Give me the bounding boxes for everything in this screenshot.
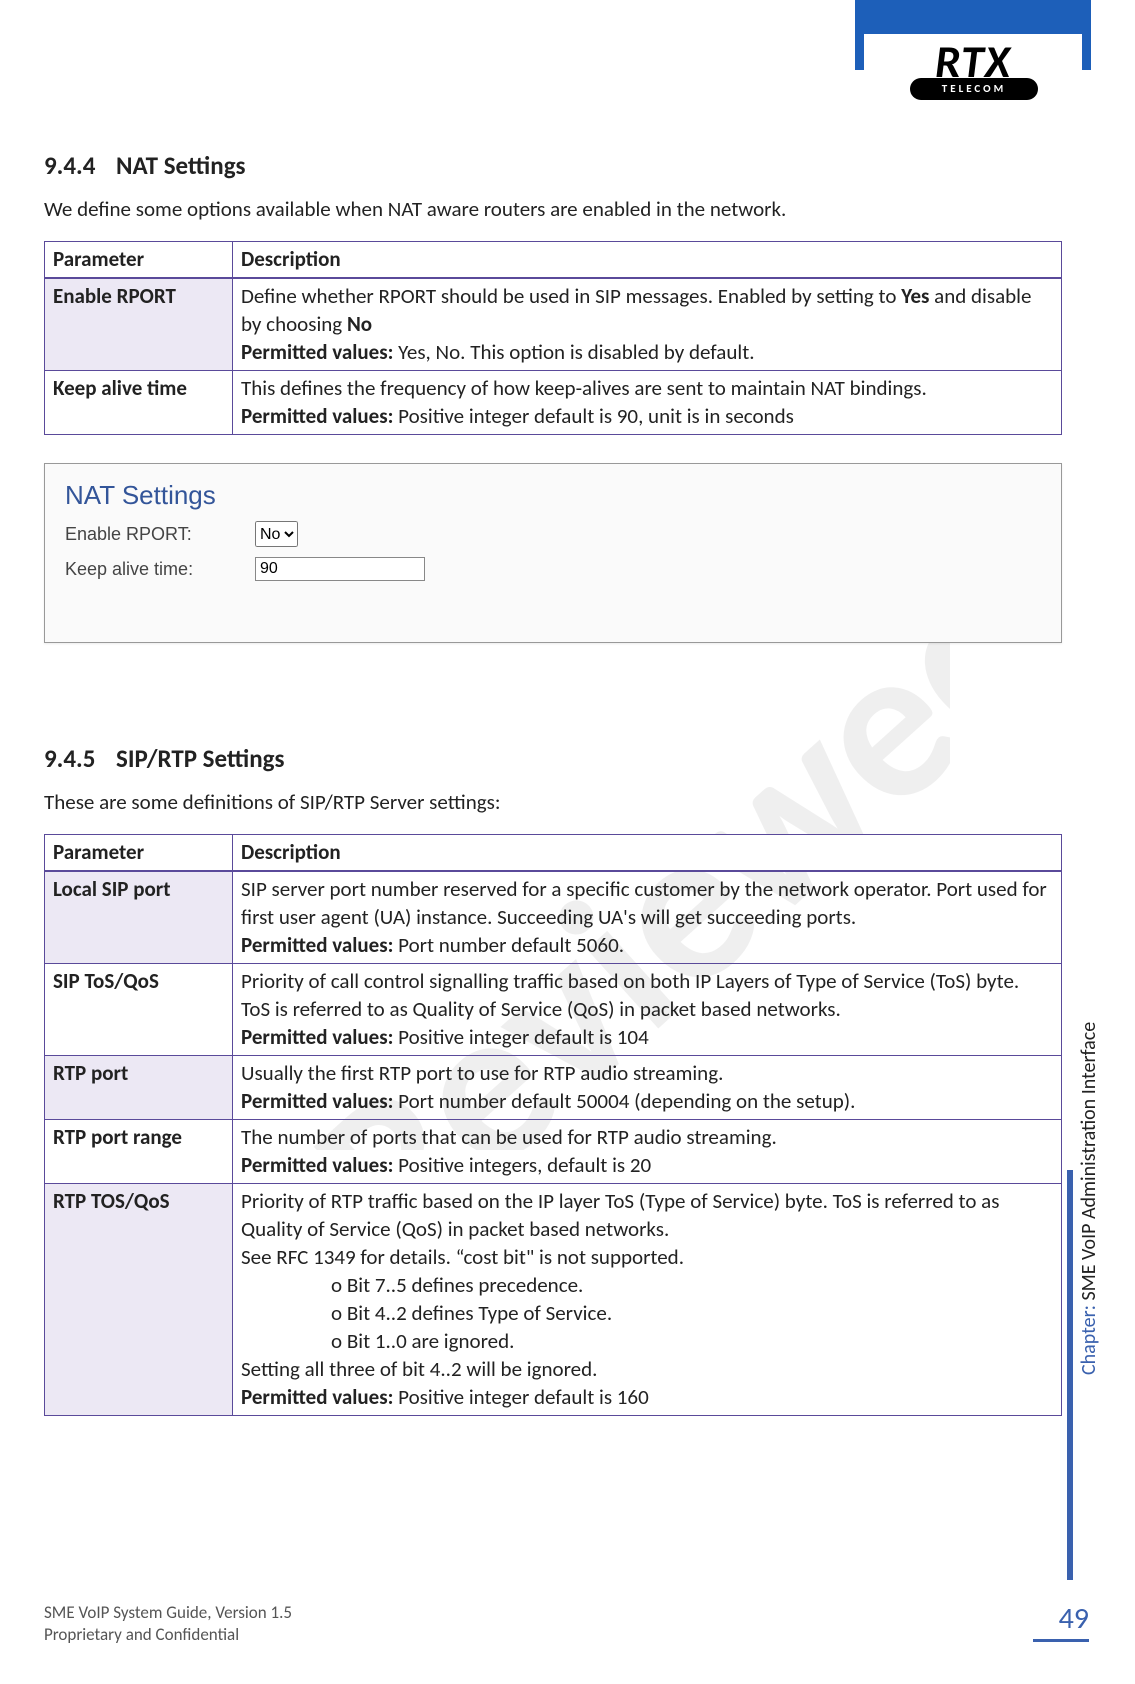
table-header-parameter: Parameter <box>45 835 233 872</box>
param-name: Local SIP port <box>45 871 233 964</box>
table-row: Keep alive time This defines the frequen… <box>45 371 1062 435</box>
param-desc: SIP server port number reserved for a sp… <box>233 871 1062 964</box>
section-heading-nat-number: 9.4.4 <box>44 150 116 181</box>
chapter-label: Chapter: <box>1077 1305 1101 1375</box>
nat-fig-rport-label: Enable RPORT: <box>65 524 255 545</box>
table-row: Enable RPORT Define whether RPORT should… <box>45 278 1062 371</box>
footer-doc-title: SME VoIP System Guide, Version 1.5 <box>44 1602 292 1623</box>
param-name: RTP TOS/QoS <box>45 1184 233 1416</box>
table-row: SIP ToS/QoS Priority of call control sig… <box>45 964 1062 1056</box>
nat-fig-keepalive-label: Keep alive time: <box>65 559 255 580</box>
param-desc: The number of ports that can be used for… <box>233 1120 1062 1184</box>
siprtp-parameters-table: Parameter Description Local SIP port SIP… <box>44 834 1062 1416</box>
section-nat-intro: We define some options available when NA… <box>44 195 1064 223</box>
footer-page: 49 <box>1033 1600 1089 1642</box>
param-desc: Define whether RPORT should be used in S… <box>233 278 1062 371</box>
table-header-description: Description <box>233 835 1062 872</box>
table-row: Local SIP port SIP server port number re… <box>45 871 1062 964</box>
keep-alive-time-input[interactable] <box>255 557 425 581</box>
param-name: Enable RPORT <box>45 278 233 371</box>
section-heading-siprtp-number: 9.4.5 <box>44 743 116 774</box>
param-name: RTP port <box>45 1056 233 1120</box>
section-heading-siprtp-title: SIP/RTP Settings <box>116 743 285 774</box>
param-desc: Priority of call control signalling traf… <box>233 964 1062 1056</box>
param-name: Keep alive time <box>45 371 233 435</box>
param-name: RTP port range <box>45 1120 233 1184</box>
chapter-side-rule <box>1067 1170 1073 1580</box>
footer-left: SME VoIP System Guide, Version 1.5 Propr… <box>44 1602 292 1646</box>
table-header-description: Description <box>233 242 1062 279</box>
section-heading-nat: 9.4.4NAT Settings <box>44 150 1064 181</box>
section-siprtp-intro: These are some definitions of SIP/RTP Se… <box>44 788 1064 816</box>
table-row: RTP port Usually the first RTP port to u… <box>45 1056 1062 1120</box>
enable-rport-select[interactable]: No <box>255 521 298 547</box>
table-row: RTP TOS/QoS Priority of RTP traffic base… <box>45 1184 1062 1416</box>
nat-settings-screenshot: NAT Settings Enable RPORT: No Keep alive… <box>44 463 1062 643</box>
nat-parameters-table: Parameter Description Enable RPORT Defin… <box>44 241 1062 435</box>
section-heading-nat-title: NAT Settings <box>116 150 246 181</box>
nat-fig-title: NAT Settings <box>65 480 1041 511</box>
page-number-rule <box>1033 1639 1089 1642</box>
param-desc: Priority of RTP traffic based on the IP … <box>233 1184 1062 1416</box>
param-desc: Usually the first RTP port to use for RT… <box>233 1056 1062 1120</box>
brand-logo-subtext: TELECOM <box>910 78 1038 100</box>
param-name: SIP ToS/QoS <box>45 964 233 1056</box>
table-row: RTP port range The number of ports that … <box>45 1120 1062 1184</box>
chapter-value: SME VoIP Administration Interface <box>1077 1022 1101 1305</box>
section-heading-siprtp: 9.4.5SIP/RTP Settings <box>44 743 1064 774</box>
footer-confidential: Proprietary and Confidential <box>44 1624 239 1645</box>
chapter-side-tag: Chapter: SME VoIP Administration Interfa… <box>1067 1170 1095 1580</box>
table-header-parameter: Parameter <box>45 242 233 279</box>
param-desc: This defines the frequency of how keep-a… <box>233 371 1062 435</box>
page-number: 49 <box>1033 1600 1089 1637</box>
